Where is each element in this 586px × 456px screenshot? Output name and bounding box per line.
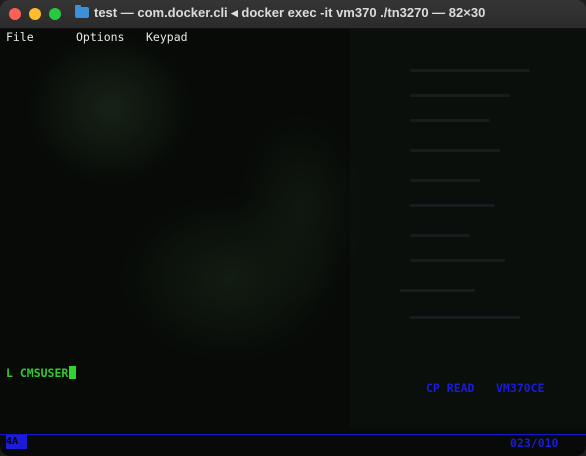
background-line	[400, 289, 475, 292]
background-line	[410, 316, 520, 319]
background-line	[410, 179, 480, 182]
title-bar[interactable]: test — com.docker.cli ◂ docker exec -it …	[0, 0, 586, 29]
cursor-position: 023/010	[510, 436, 559, 450]
background-line	[410, 204, 495, 207]
background-line	[410, 149, 500, 152]
background-line	[410, 259, 505, 262]
folder-icon	[75, 5, 89, 18]
terminal-window: test — com.docker.cli ◂ docker exec -it …	[0, 0, 586, 456]
oia-divider	[0, 434, 586, 435]
terminal-screen[interactable]: File Options Keypad L CMSUSER CP READ VM…	[0, 29, 586, 456]
oia-indicator: 4A	[6, 435, 27, 449]
background-line	[410, 119, 490, 122]
status-system-name: VM370CE	[496, 381, 545, 395]
background-line	[410, 234, 470, 237]
minimize-window-button[interactable]	[29, 8, 41, 20]
maximize-window-button[interactable]	[49, 8, 61, 20]
close-window-button[interactable]	[9, 8, 21, 20]
menu-keypad[interactable]: Keypad	[146, 30, 188, 44]
background-line	[410, 69, 530, 72]
menu-options[interactable]: Options	[76, 30, 124, 44]
terminal-menu-bar: File Options Keypad	[0, 29, 586, 46]
background-panel	[350, 29, 586, 429]
background-line	[410, 94, 510, 97]
command-line[interactable]: L CMSUSER	[6, 366, 77, 380]
status-cp-read: CP READ	[426, 381, 475, 395]
command-text: L CMSUSER	[6, 366, 69, 380]
menu-file[interactable]: File	[6, 30, 34, 44]
text-cursor	[69, 366, 77, 379]
window-title: test — com.docker.cli ◂ docker exec -it …	[94, 5, 486, 20]
